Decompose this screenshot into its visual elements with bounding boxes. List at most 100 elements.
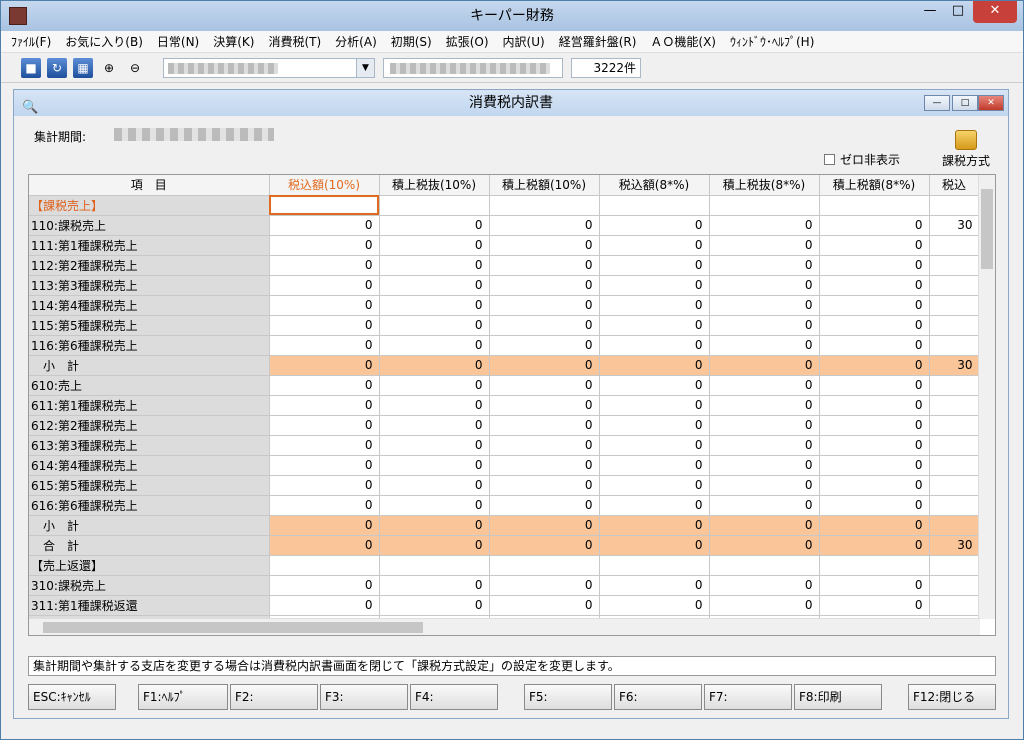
grid-cell[interactable]: 0 bbox=[489, 515, 600, 536]
fkey-button-0[interactable]: ESC:ｷｬﾝｾﾙ bbox=[28, 684, 116, 710]
grid-cell[interactable]: 0 bbox=[819, 235, 930, 256]
chevron-down-icon[interactable]: ▼ bbox=[356, 58, 374, 77]
grid-cell[interactable]: 0 bbox=[819, 355, 930, 376]
vertical-scrollbar[interactable] bbox=[978, 175, 995, 619]
grid-cell[interactable]: 0 bbox=[709, 535, 820, 556]
grid-cell[interactable]: 30 bbox=[929, 535, 980, 556]
column-header-6[interactable]: 積上税額(8*%) bbox=[819, 175, 930, 196]
grid-cell[interactable]: 0 bbox=[269, 515, 380, 536]
grid-cell[interactable]: 0 bbox=[379, 295, 490, 316]
grid-cell[interactable]: 0 bbox=[709, 215, 820, 236]
grid-cell[interactable] bbox=[929, 575, 980, 596]
grid-cell[interactable]: 0 bbox=[819, 395, 930, 416]
grid-cell[interactable] bbox=[489, 195, 600, 216]
menu-item-7[interactable]: 拡張(O) bbox=[446, 33, 489, 50]
grid-cell[interactable]: 0 bbox=[819, 495, 930, 516]
grid-cell[interactable]: 0 bbox=[489, 355, 600, 376]
grid-cell[interactable]: 0 bbox=[269, 435, 380, 456]
minimize-button[interactable]: — bbox=[917, 1, 943, 23]
grid-cell[interactable] bbox=[929, 315, 980, 336]
grid-cell[interactable]: 0 bbox=[489, 215, 600, 236]
grid-cell[interactable]: 0 bbox=[269, 215, 380, 236]
grid-cell[interactable]: 0 bbox=[599, 595, 710, 616]
menu-item-0[interactable]: ﾌｧｲﾙ(F) bbox=[11, 33, 51, 50]
grid-cell[interactable]: 0 bbox=[709, 475, 820, 496]
screen-icon[interactable]: ▦ bbox=[73, 57, 93, 78]
grid-cell[interactable]: 0 bbox=[709, 395, 820, 416]
menu-item-6[interactable]: 初期(S) bbox=[391, 33, 432, 50]
column-header-7[interactable]: 税込 bbox=[929, 175, 980, 196]
grid-cell[interactable]: 0 bbox=[819, 375, 930, 396]
grid-cell[interactable]: 0 bbox=[269, 495, 380, 516]
menu-item-8[interactable]: 内訳(U) bbox=[503, 33, 545, 50]
grid-cell[interactable]: 0 bbox=[709, 355, 820, 376]
grid-cell[interactable]: 0 bbox=[379, 355, 490, 376]
grid-cell[interactable]: 0 bbox=[489, 595, 600, 616]
grid-cell[interactable] bbox=[929, 435, 980, 456]
grid-cell[interactable]: 0 bbox=[379, 255, 490, 276]
grid-cell[interactable]: 0 bbox=[599, 255, 710, 276]
fkey-button-2[interactable]: F2: bbox=[230, 684, 318, 710]
grid-cell[interactable]: 0 bbox=[269, 535, 380, 556]
grid-cell[interactable]: 0 bbox=[599, 495, 710, 516]
grid-cell[interactable] bbox=[819, 195, 930, 216]
grid-cell[interactable]: 0 bbox=[489, 395, 600, 416]
grid-cell[interactable]: 0 bbox=[599, 215, 710, 236]
column-header-2[interactable]: 積上税抜(10%) bbox=[379, 175, 490, 196]
company-select[interactable]: ▼ bbox=[163, 57, 375, 78]
grid-cell[interactable] bbox=[929, 295, 980, 316]
grid-cell[interactable]: 0 bbox=[819, 455, 930, 476]
grid-cell[interactable]: 0 bbox=[379, 375, 490, 396]
grid-cell[interactable] bbox=[929, 375, 980, 396]
grid-cell[interactable]: 0 bbox=[489, 575, 600, 596]
grid-cell[interactable]: 0 bbox=[819, 295, 930, 316]
grid-cell[interactable]: 0 bbox=[489, 295, 600, 316]
grid-cell[interactable]: 0 bbox=[819, 415, 930, 436]
column-header-1[interactable]: 税込額(10%) bbox=[269, 175, 380, 196]
grid-cell[interactable] bbox=[709, 195, 820, 216]
menu-item-10[interactable]: ＡＯ機能(X) bbox=[650, 33, 716, 50]
grid-cell[interactable]: 0 bbox=[709, 335, 820, 356]
grid-cell[interactable]: 0 bbox=[599, 355, 710, 376]
grid-cell[interactable]: 0 bbox=[599, 515, 710, 536]
grid-cell[interactable]: 0 bbox=[489, 235, 600, 256]
menu-item-2[interactable]: 日常(N) bbox=[157, 33, 199, 50]
grid-cell[interactable] bbox=[929, 595, 980, 616]
grid-cell[interactable]: 0 bbox=[269, 375, 380, 396]
close-button[interactable]: ✕ bbox=[973, 1, 1017, 23]
grid-cell[interactable] bbox=[489, 555, 600, 576]
grid-cell[interactable] bbox=[929, 495, 980, 516]
column-header-4[interactable]: 税込額(8*%) bbox=[599, 175, 710, 196]
grid-cell[interactable]: 0 bbox=[269, 395, 380, 416]
grid-cell[interactable]: 0 bbox=[489, 315, 600, 336]
grid-cell[interactable]: 0 bbox=[709, 435, 820, 456]
fkey-button-6[interactable]: F6: bbox=[614, 684, 702, 710]
grid-cell[interactable]: 0 bbox=[709, 515, 820, 536]
grid-cell[interactable]: 0 bbox=[709, 455, 820, 476]
grid-cell[interactable] bbox=[269, 555, 380, 576]
grid-cell[interactable]: 0 bbox=[599, 575, 710, 596]
grid-cell[interactable]: 0 bbox=[709, 595, 820, 616]
grid-cell[interactable]: 0 bbox=[709, 255, 820, 276]
grid-cell[interactable]: 0 bbox=[599, 415, 710, 436]
grid-cell[interactable]: 0 bbox=[489, 495, 600, 516]
grid-cell[interactable] bbox=[709, 555, 820, 576]
grid-cell[interactable]: 0 bbox=[379, 475, 490, 496]
grid-cell[interactable]: 0 bbox=[489, 455, 600, 476]
grid-cell[interactable]: 0 bbox=[379, 215, 490, 236]
grid-cell[interactable]: 0 bbox=[489, 475, 600, 496]
grid-cell[interactable]: 0 bbox=[379, 395, 490, 416]
period-select[interactable] bbox=[383, 57, 563, 78]
grid-cell[interactable]: 0 bbox=[269, 315, 380, 336]
grid-cell[interactable] bbox=[269, 195, 380, 216]
menu-item-3[interactable]: 決算(K) bbox=[213, 33, 254, 50]
grid-cell[interactable]: 0 bbox=[819, 595, 930, 616]
fkey-button-9[interactable]: F12:閉じる bbox=[908, 684, 996, 710]
grid-cell[interactable] bbox=[929, 555, 980, 576]
grid-cell[interactable]: 0 bbox=[599, 375, 710, 396]
grid-cell[interactable]: 0 bbox=[379, 535, 490, 556]
grid-cell[interactable]: 0 bbox=[599, 535, 710, 556]
grid-cell[interactable]: 0 bbox=[599, 275, 710, 296]
grid-cell[interactable] bbox=[929, 335, 980, 356]
grid-cell[interactable] bbox=[599, 195, 710, 216]
